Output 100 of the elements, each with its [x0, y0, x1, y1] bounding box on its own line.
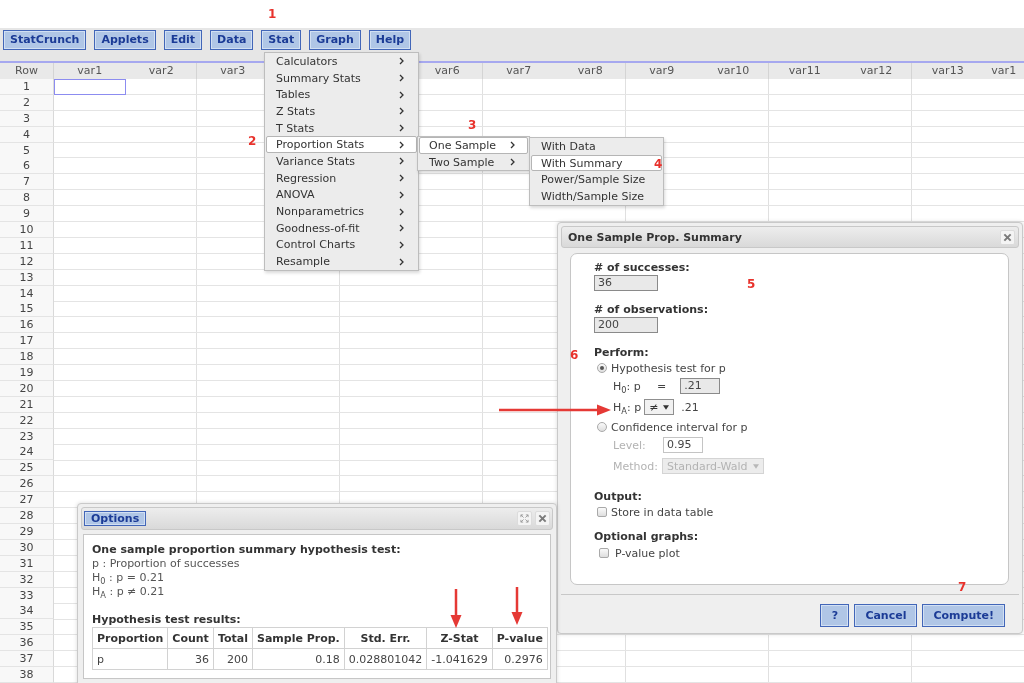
step-number: 1 — [268, 7, 277, 21]
option-label: P-value plot — [615, 546, 680, 560]
row-number: 24 — [0, 444, 54, 461]
table-cell: p — [92, 648, 168, 670]
result-line: H$_{A}$ : p ≠ 0.21 — [92, 585, 166, 599]
step-number: 7 — [958, 580, 967, 594]
row-number: 7 — [0, 174, 54, 191]
value-label: .21 — [681, 400, 699, 414]
column-header: var2 — [147, 63, 175, 79]
row-number: 16 — [0, 317, 54, 334]
column-header: Count — [167, 627, 214, 649]
option-label: Hypothesis test for p — [611, 361, 726, 375]
input-field[interactable]: .21 — [680, 378, 721, 394]
expand-button[interactable] — [517, 511, 532, 526]
menu-item[interactable]: Nonparametrics — [266, 203, 417, 220]
step-number: 3 — [468, 118, 477, 132]
row-number: 27 — [0, 492, 54, 509]
operator-label: = — [657, 379, 667, 393]
table-cell: 0.18 — [252, 648, 345, 670]
menu-button[interactable]: Graph — [309, 30, 361, 50]
result-line: H$_{0}$ : p = 0.21 — [92, 571, 165, 585]
operator-select[interactable]: ≠ — [644, 399, 675, 415]
step-number: 5 — [747, 277, 756, 291]
section-heading: Optional graphs: — [594, 530, 699, 544]
menu-button[interactable]: StatCrunch — [3, 30, 87, 50]
menu-item[interactable]: Tables — [266, 86, 417, 104]
menu-item[interactable]: Two Sample — [419, 153, 528, 171]
close-button[interactable] — [1000, 229, 1015, 245]
menu-item[interactable]: Z Stats — [266, 103, 417, 120]
column-header: Proportion — [92, 627, 168, 649]
column-header: var1 — [76, 63, 104, 79]
annotation-arrow — [450, 589, 462, 628]
result-line: p : Proportion of successes — [92, 557, 241, 571]
active-cell[interactable] — [54, 79, 126, 95]
section-heading: Perform: — [594, 346, 649, 360]
annotation-arrow — [511, 587, 523, 625]
results-heading: One sample proportion summary hypothesis test: — [92, 543, 402, 557]
table-cell: 0.028801042 — [344, 648, 427, 670]
hypothesis-label: H$_{A}$: p — [613, 400, 642, 414]
column-header: var8 — [576, 63, 604, 79]
row-number: 34 — [0, 603, 54, 620]
field-label: # of successes: — [594, 261, 690, 275]
menu-item[interactable]: Regression — [266, 169, 417, 187]
row-number: 10 — [0, 222, 54, 238]
menu-item[interactable]: Variance Stats — [266, 153, 417, 170]
menu-button[interactable]: Applets — [94, 30, 156, 50]
menu-item[interactable]: With Data — [531, 138, 662, 155]
caret-icon — [753, 463, 759, 469]
menu-button[interactable]: Help — [368, 30, 412, 50]
checkbox[interactable] — [599, 548, 609, 558]
menu-item[interactable]: Control Charts — [266, 236, 417, 254]
menu-button[interactable]: Data — [210, 30, 254, 50]
table-cell: 36 — [167, 648, 214, 670]
row-number: 17 — [0, 333, 54, 350]
field-label: # of observations: — [594, 303, 709, 317]
dialog-title: One Sample Prop. Summary — [568, 230, 742, 244]
menu-item[interactable]: One Sample — [419, 137, 528, 154]
row-number: 28 — [0, 508, 54, 525]
column-header: Sample Prop. — [252, 627, 345, 649]
close-button[interactable] — [535, 511, 550, 526]
row-number: 19 — [0, 365, 54, 382]
dialog-button[interactable]: ? — [820, 604, 850, 627]
column-header: P-value — [492, 627, 548, 649]
menu-item[interactable]: Goodness-of-fit — [266, 219, 417, 237]
dialog-button[interactable]: Cancel — [854, 604, 918, 627]
column-header: Std. Err. — [344, 627, 427, 649]
menu-item[interactable]: Width/Sample Size — [531, 188, 662, 205]
menu-button[interactable]: Edit — [163, 30, 203, 50]
menu-item[interactable]: Power/Sample Size — [531, 171, 662, 189]
input-field[interactable]: 36 — [594, 275, 658, 291]
menu-item[interactable]: Summary Stats — [266, 69, 417, 87]
column-header: var10 — [716, 63, 751, 79]
row-number: 18 — [0, 349, 54, 366]
row-number: 1 — [0, 79, 54, 95]
column-header: var9 — [648, 63, 676, 79]
row-number: 35 — [0, 619, 54, 636]
step-number: 2 — [248, 134, 257, 148]
menu-button[interactable]: Stat — [261, 30, 302, 50]
menu-item[interactable]: ANOVA — [266, 186, 417, 204]
menu-item[interactable]: Calculators — [266, 53, 417, 70]
row-number: 25 — [0, 460, 54, 477]
column-header: var6 — [433, 63, 461, 79]
row-number: 9 — [0, 206, 54, 223]
radio-button[interactable] — [597, 363, 607, 373]
step-number: 4 — [654, 157, 663, 171]
caret-icon — [663, 404, 670, 410]
option-label: Store in data table — [611, 505, 714, 519]
column-header: Total — [213, 627, 253, 649]
close-icon — [538, 514, 547, 523]
field-label: Level: — [613, 438, 647, 452]
column-header: var1 — [990, 63, 1018, 79]
hypothesis-label: H$_{0}$: p — [613, 379, 642, 393]
column-header: var7 — [505, 63, 533, 79]
options-button[interactable]: Options — [84, 511, 147, 526]
menu-item[interactable]: T Stats — [266, 119, 417, 137]
dialog-button[interactable]: Compute! — [922, 604, 1005, 627]
menu-item[interactable]: Resample — [266, 253, 417, 270]
input-field[interactable]: 200 — [594, 317, 658, 333]
menu-item[interactable]: Proportion Stats — [266, 136, 417, 154]
checkbox[interactable] — [597, 507, 607, 517]
